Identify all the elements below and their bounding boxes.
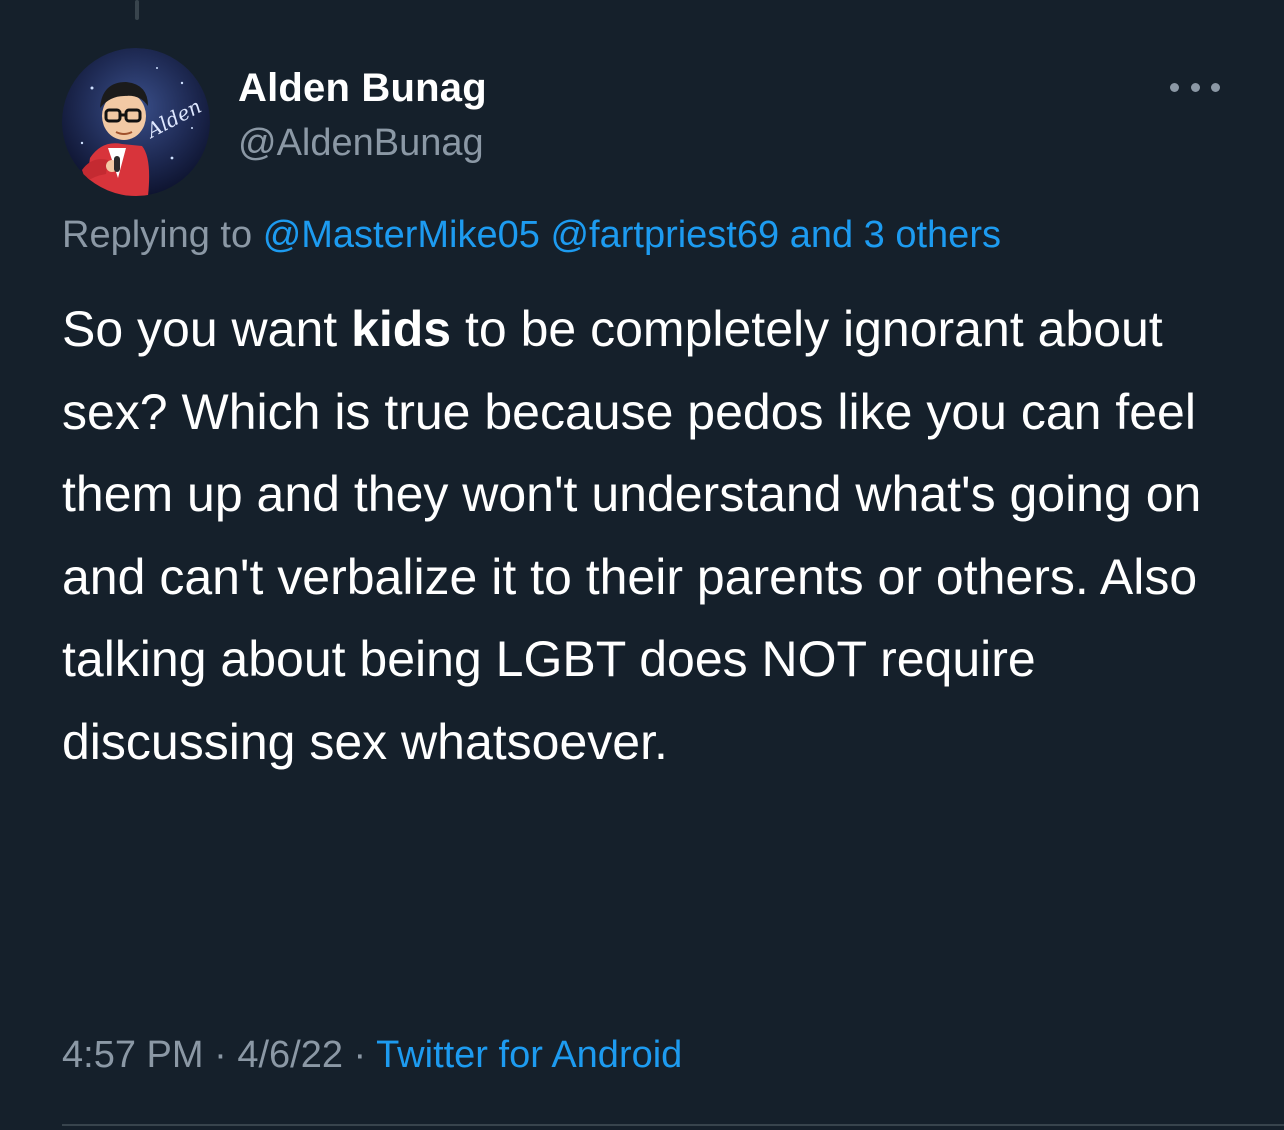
author-display-name[interactable]: Alden Bunag	[238, 66, 487, 111]
tweet-text-part: to be completely ignorant about sex? Whi…	[62, 301, 1202, 770]
tweet-text-part: So you want	[62, 301, 352, 357]
reply-context: Replying to @MasterMike05 @fartpriest69 …	[62, 214, 1001, 257]
tweet-source-link[interactable]: Twitter for Android	[376, 1034, 682, 1076]
tweet-text: So you want kids to be completely ignora…	[62, 288, 1242, 783]
mention-link[interactable]: @MasterMike05	[263, 214, 540, 256]
avatar-illustration: Alden	[62, 48, 210, 196]
author-handle[interactable]: @AldenBunag	[238, 122, 484, 165]
highlighted-keyword: kids	[351, 301, 452, 357]
tweet-time[interactable]: 4:57 PM	[62, 1034, 204, 1076]
tweet-date[interactable]: 4/6/22	[237, 1034, 343, 1076]
divider	[62, 1124, 1284, 1126]
more-horizontal-icon	[1190, 82, 1200, 92]
thread-connector-line	[135, 0, 139, 20]
more-horizontal-icon	[1211, 82, 1220, 92]
replying-to-label: Replying to	[62, 214, 253, 256]
avatar[interactable]: Alden	[62, 48, 210, 196]
more-horizontal-icon	[1170, 82, 1179, 92]
others-link[interactable]: and 3 others	[790, 214, 1001, 256]
separator-dot: ·	[203, 1034, 238, 1076]
tweet-metadata: 4:57 PM · 4/6/22 · Twitter for Android	[62, 1034, 682, 1077]
mention-link[interactable]: @fartpriest69	[550, 214, 779, 256]
separator-dot: ·	[342, 1034, 377, 1076]
more-options-button[interactable]	[1170, 72, 1220, 102]
